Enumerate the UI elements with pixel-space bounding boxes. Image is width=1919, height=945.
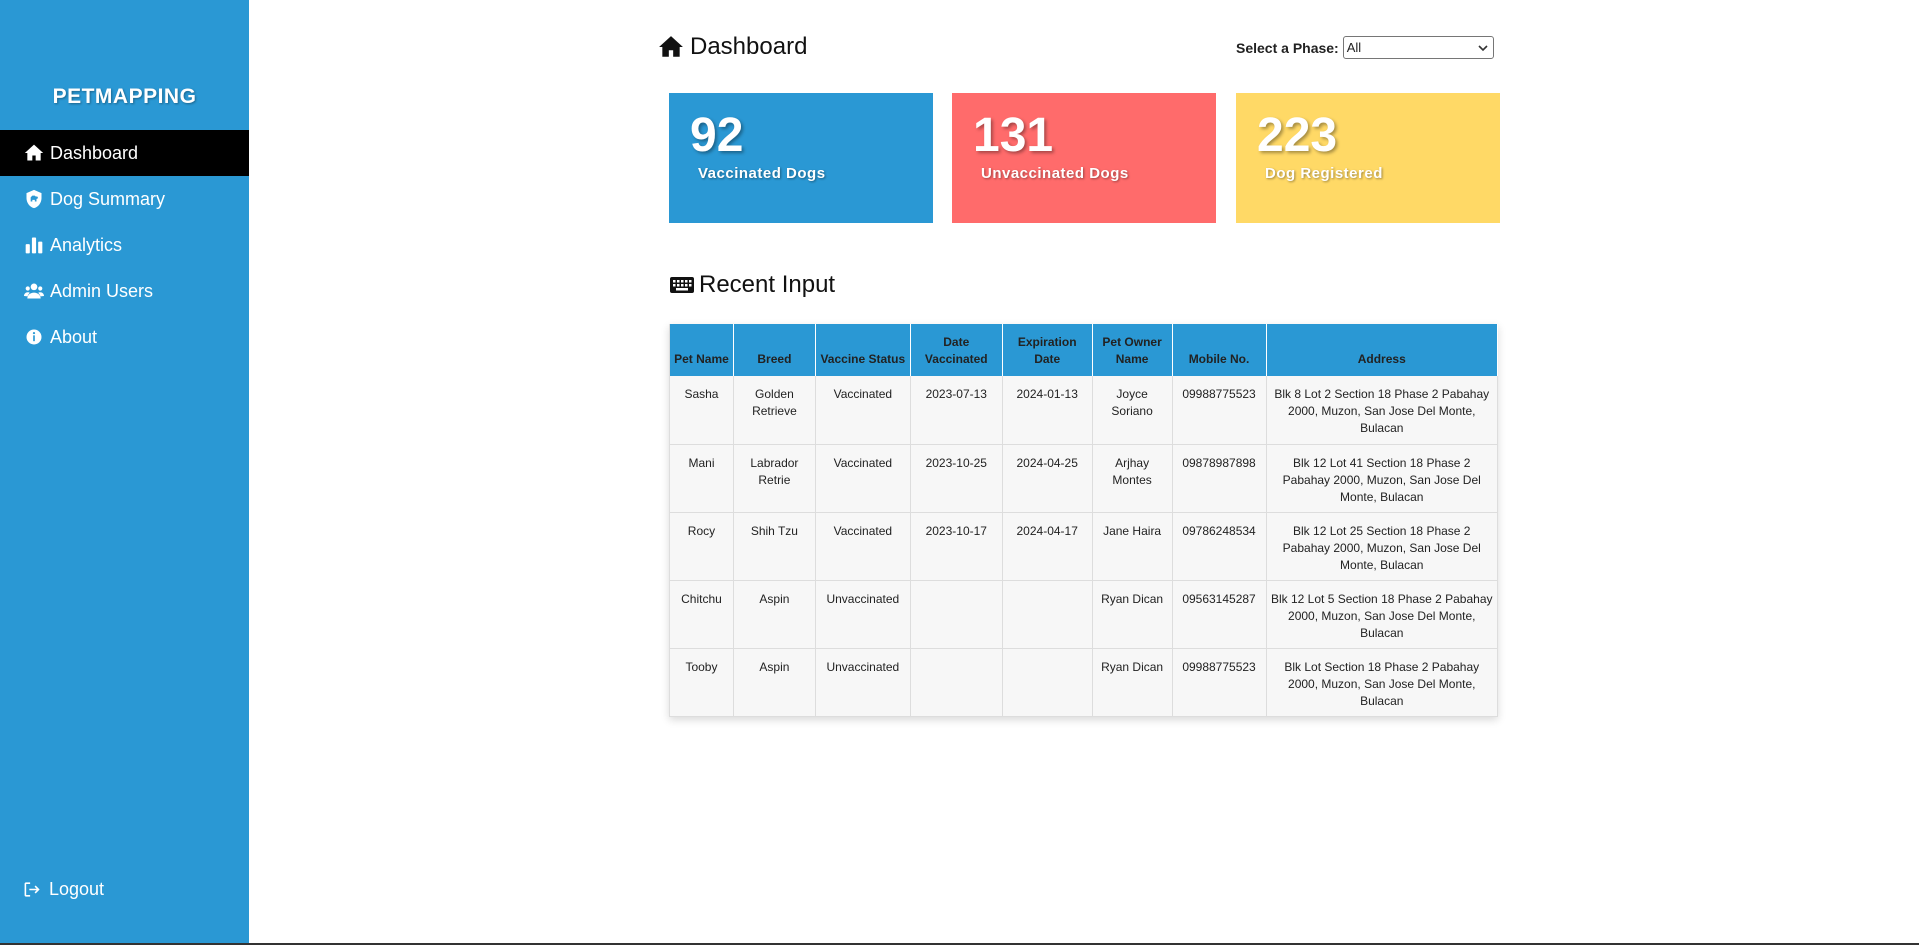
cell-mobile: 09988775523 xyxy=(1172,648,1267,717)
recent-input-title-text: Recent Input xyxy=(699,271,836,298)
recent-input-table-wrap: Pet Name Breed Vaccine Status Date Vacci… xyxy=(669,324,1498,717)
cell-pet-name: Mani xyxy=(669,444,734,513)
page-title-text: Dashboard xyxy=(690,33,808,60)
sidebar-item-about[interactable]: About xyxy=(0,314,249,360)
cell-pet-name: Rocy xyxy=(669,512,734,581)
cell-address: Blk 12 Lot 5 Section 18 Phase 2 Pabahay … xyxy=(1266,580,1498,649)
cell-breed: Aspin xyxy=(733,580,816,649)
cell-address: Blk 12 Lot 25 Section 18 Phase 2 Pabahay… xyxy=(1266,512,1498,581)
cell-owner-name: Arjhay Montes xyxy=(1092,444,1173,513)
cell-vaccine-status: Vaccinated xyxy=(815,376,911,445)
keyboard-icon xyxy=(670,277,694,293)
cell-address: Blk 12 Lot 41 Section 18 Phase 2 Pabahay… xyxy=(1266,444,1498,513)
column-header[interactable]: Address xyxy=(1266,324,1498,376)
cell-vaccine-status: Unvaccinated xyxy=(815,648,911,717)
column-header[interactable]: Pet Owner Name xyxy=(1092,324,1173,376)
table-row: Chitchu Aspin Unvaccinated Ryan Dican 09… xyxy=(669,580,1498,649)
sidebar-item-dog-summary[interactable]: Dog Summary xyxy=(0,176,249,222)
logout-label: Logout xyxy=(49,878,105,899)
recent-input-title: Recent Input xyxy=(669,271,835,299)
logout-icon xyxy=(23,878,45,900)
sidebar-item-analytics[interactable]: Analytics xyxy=(0,222,249,268)
unvaccinated-dogs-card: 131 Unvaccinated Dogs xyxy=(952,93,1216,223)
table-row: Rocy Shih Tzu Vaccinated 2023-10-17 2024… xyxy=(669,512,1498,581)
sidebar-nav: Dashboard Dog Summary Analytics Admin Us… xyxy=(0,130,249,360)
cell-date-vaccinated: 2023-10-25 xyxy=(910,444,1003,513)
home-icon xyxy=(659,36,683,57)
logout-button[interactable]: Logout xyxy=(23,878,104,900)
card-value: 223 xyxy=(1257,109,1338,162)
cell-owner-name: Ryan Dican xyxy=(1092,580,1173,649)
cell-mobile: 09988775523 xyxy=(1172,376,1267,445)
cell-address: Blk 8 Lot 2 Section 18 Phase 2 Pabahay 2… xyxy=(1266,376,1498,445)
card-value: 131 xyxy=(973,109,1054,162)
cell-mobile: 09563145287 xyxy=(1172,580,1267,649)
cell-breed: Shih Tzu xyxy=(733,512,816,581)
sidebar-item-label: About xyxy=(50,326,98,347)
cell-vaccine-status: Unvaccinated xyxy=(815,580,911,649)
table-header-row: Pet Name Breed Vaccine Status Date Vacci… xyxy=(669,324,1498,376)
sidebar: PETMAPPING Dashboard Dog Summary Analyti… xyxy=(0,0,249,943)
cell-pet-name: Sasha xyxy=(669,376,734,445)
sidebar-item-label: Admin Users xyxy=(50,280,154,301)
recent-input-table: Pet Name Breed Vaccine Status Date Vacci… xyxy=(669,324,1498,717)
page-title: Dashboard xyxy=(658,33,807,61)
cell-breed: Golden Retrieve xyxy=(733,376,816,445)
cell-date-vaccinated: 2023-07-13 xyxy=(910,376,1003,445)
phase-label: Select a Phase: xyxy=(1236,39,1339,56)
cell-pet-name: Tooby xyxy=(669,648,734,717)
card-label: Vaccinated Dogs xyxy=(698,165,826,182)
column-header[interactable]: Expiration Date xyxy=(1002,324,1093,376)
phase-filter: Select a Phase: All xyxy=(1236,36,1494,59)
column-header[interactable]: Date Vaccinated xyxy=(910,324,1003,376)
card-label: Unvaccinated Dogs xyxy=(981,165,1129,182)
table-row: Tooby Aspin Unvaccinated Ryan Dican 0998… xyxy=(669,648,1498,717)
phase-select-value: All xyxy=(1346,40,1362,55)
home-icon xyxy=(23,142,45,164)
chevron-down-icon xyxy=(1478,44,1488,51)
users-icon xyxy=(23,280,45,302)
card-label: Dog Registered xyxy=(1265,165,1383,182)
column-header[interactable]: Vaccine Status xyxy=(815,324,911,376)
cell-breed: Labrador Retrie xyxy=(733,444,816,513)
sidebar-item-label: Analytics xyxy=(50,234,123,255)
cell-expiration-date: 2024-04-17 xyxy=(1002,512,1093,581)
cell-expiration-date xyxy=(1002,648,1093,717)
cell-breed: Aspin xyxy=(733,648,816,717)
brand-title: PETMAPPING xyxy=(52,85,197,108)
sidebar-item-label: Dog Summary xyxy=(50,188,166,209)
cell-vaccine-status: Vaccinated xyxy=(815,512,911,581)
sidebar-item-admin-users[interactable]: Admin Users xyxy=(0,268,249,314)
cell-expiration-date: 2024-01-13 xyxy=(1002,376,1093,445)
chart-bars-icon xyxy=(23,234,45,256)
cell-pet-name: Chitchu xyxy=(669,580,734,649)
cell-expiration-date xyxy=(1002,580,1093,649)
card-value: 92 xyxy=(690,109,744,162)
cell-address: Blk Lot Section 18 Phase 2 Pabahay 2000,… xyxy=(1266,648,1498,717)
dog-registered-card: 223 Dog Registered xyxy=(1236,93,1500,223)
cell-date-vaccinated: 2023-10-17 xyxy=(910,512,1003,581)
sidebar-item-dashboard[interactable]: Dashboard xyxy=(0,130,249,176)
phase-select[interactable]: All xyxy=(1342,36,1494,59)
cell-owner-name: Ryan Dican xyxy=(1092,648,1173,717)
cell-expiration-date: 2024-04-25 xyxy=(1002,444,1093,513)
info-circle-icon xyxy=(23,326,45,348)
cell-owner-name: Joyce Soriano xyxy=(1092,376,1173,445)
table-row: Mani Labrador Retrie Vaccinated 2023-10-… xyxy=(669,444,1498,513)
column-header[interactable]: Pet Name xyxy=(669,324,734,376)
cell-vaccine-status: Vaccinated xyxy=(815,444,911,513)
column-header[interactable]: Mobile No. xyxy=(1172,324,1267,376)
cell-date-vaccinated xyxy=(910,580,1003,649)
table-row: Sasha Golden Retrieve Vaccinated 2023-07… xyxy=(669,376,1498,445)
column-header[interactable]: Breed xyxy=(733,324,816,376)
cell-date-vaccinated xyxy=(910,648,1003,717)
cell-mobile: 09786248534 xyxy=(1172,512,1267,581)
cell-mobile: 09878987898 xyxy=(1172,444,1267,513)
cell-owner-name: Jane Haira xyxy=(1092,512,1173,581)
vaccinated-dogs-card: 92 Vaccinated Dogs xyxy=(669,93,933,223)
shield-dog-icon xyxy=(23,188,45,210)
sidebar-item-label: Dashboard xyxy=(50,142,139,163)
